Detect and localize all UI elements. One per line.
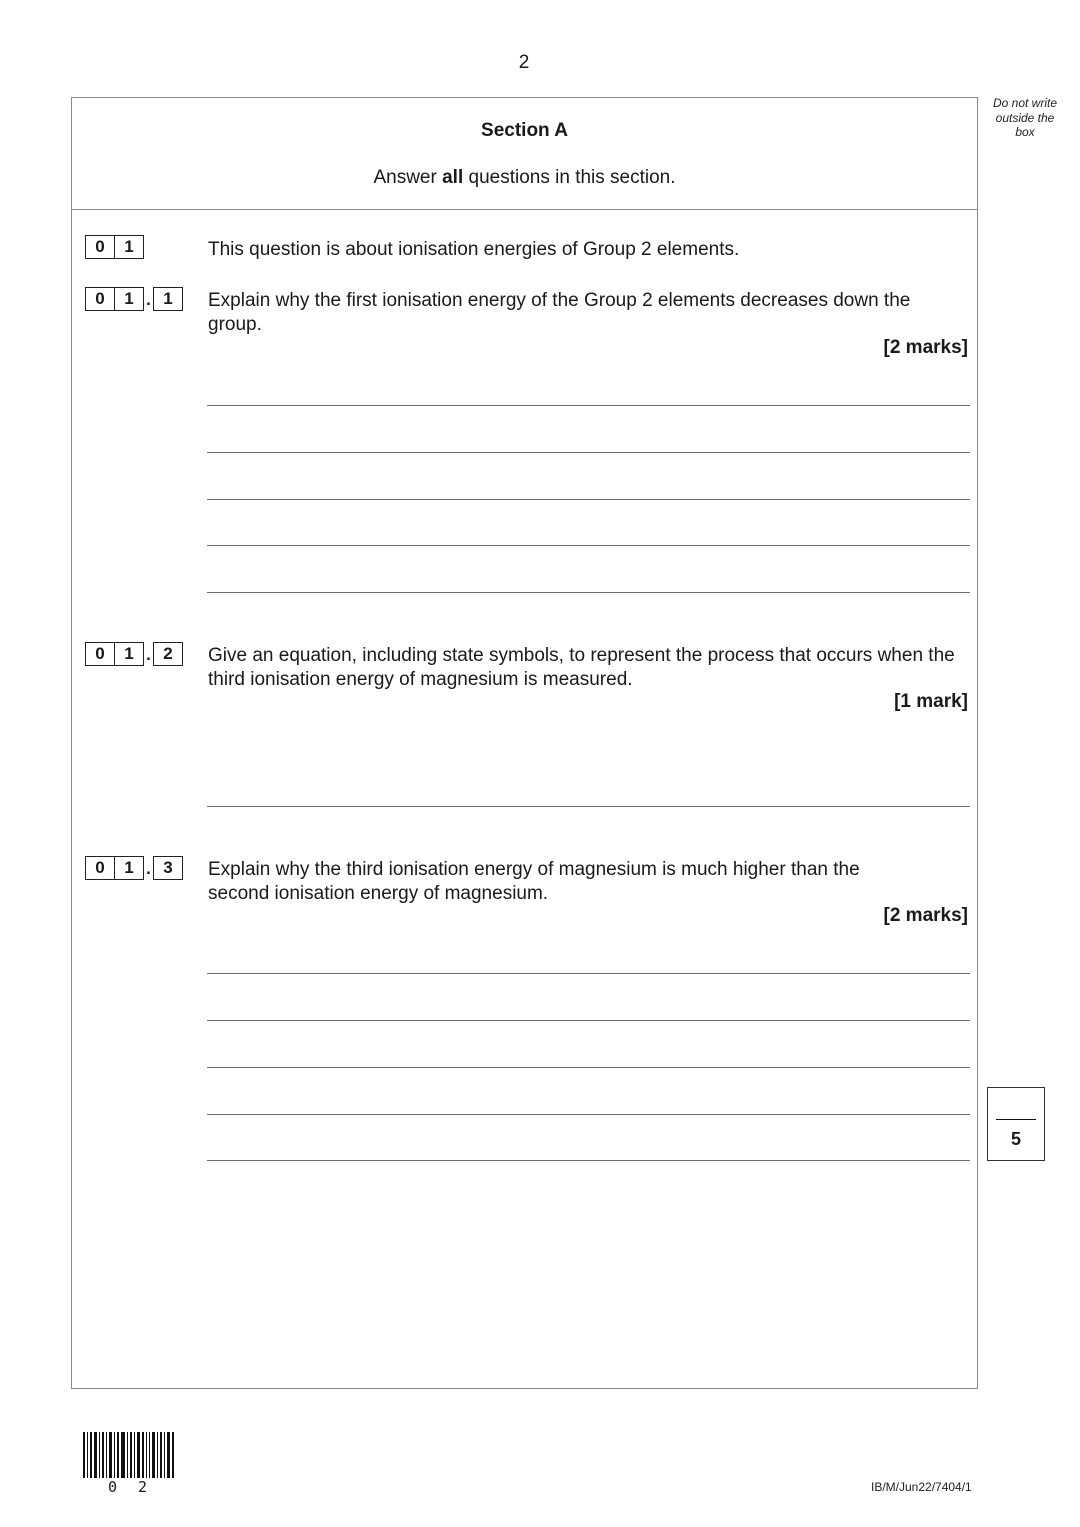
instruction-emphasis: all (442, 167, 464, 188)
answer-line[interactable] (207, 545, 970, 546)
question-digit: 1 (114, 288, 143, 310)
question-number-box: 0 1 (85, 642, 144, 666)
answer-line[interactable] (207, 499, 970, 500)
marks-label-01-3: [2 marks] (883, 905, 969, 926)
answer-line[interactable] (207, 452, 970, 453)
section-title: Section A (481, 120, 568, 141)
page-number: 2 (518, 52, 530, 73)
margin-note: Do not write outside the box (992, 96, 1058, 139)
answer-line[interactable] (207, 1114, 970, 1115)
page-total-marks: 5 (1010, 1129, 1021, 1149)
instruction-text: Answer (373, 167, 443, 188)
subquestion-number-box: 3 (153, 856, 183, 880)
question-text-01-2: Give an equation, including state symbol… (208, 645, 955, 690)
subquestion-number-box: 1 (153, 287, 183, 311)
question-dot: . (146, 290, 151, 309)
question-number-box: 0 1 (85, 287, 144, 311)
question-number-01-3: 0 1 . 3 (85, 856, 183, 880)
barcode-icon (83, 1432, 176, 1478)
question-dot: . (146, 859, 151, 878)
paper-reference: IB/M/Jun22/7404/1 (871, 1480, 972, 1494)
question-digit: 0 (95, 644, 105, 663)
section-header-divider (72, 209, 977, 210)
subquestion-digit: 1 (163, 289, 173, 308)
answer-line[interactable] (207, 405, 970, 406)
answer-line[interactable] (207, 1020, 970, 1021)
question-dot: . (146, 645, 151, 664)
question-number-box: 0 1 (85, 235, 144, 259)
marks-label-01-1: [2 marks] (883, 337, 969, 358)
question-digit: 0 (95, 858, 105, 877)
answer-line[interactable] (207, 1160, 970, 1161)
question-text-01-1: Explain why the first ionisation energy … (208, 290, 911, 335)
subquestion-digit: 3 (163, 858, 173, 877)
question-number-01-2: 0 1 . 2 (85, 642, 183, 666)
question-number-01: 0 1 (85, 235, 144, 259)
question-digit: 0 (95, 289, 105, 308)
question-digit: 0 (95, 237, 105, 256)
question-text-01: This question is about ionisation energi… (208, 239, 740, 260)
instruction-text: questions in this section. (463, 167, 676, 188)
answer-line[interactable] (207, 973, 970, 974)
question-digit: 1 (114, 236, 143, 258)
answer-line[interactable] (207, 806, 970, 807)
question-number-01-1: 0 1 . 1 (85, 287, 183, 311)
marks-label-01-2: [1 mark] (894, 691, 968, 712)
question-digit: 1 (114, 857, 143, 879)
subquestion-number-box: 2 (153, 642, 183, 666)
barcode-number: 0 2 (108, 1478, 154, 1496)
page-total-divider (996, 1119, 1036, 1120)
question-digit: 1 (114, 643, 143, 665)
section-instruction: Answer all questions in this section. (72, 167, 977, 189)
question-text-01-3: Explain why the third ionisation energy … (208, 859, 860, 904)
subquestion-digit: 2 (163, 644, 173, 663)
answer-line[interactable] (207, 1067, 970, 1068)
answer-line[interactable] (207, 592, 970, 593)
question-number-box: 0 1 (85, 856, 144, 880)
